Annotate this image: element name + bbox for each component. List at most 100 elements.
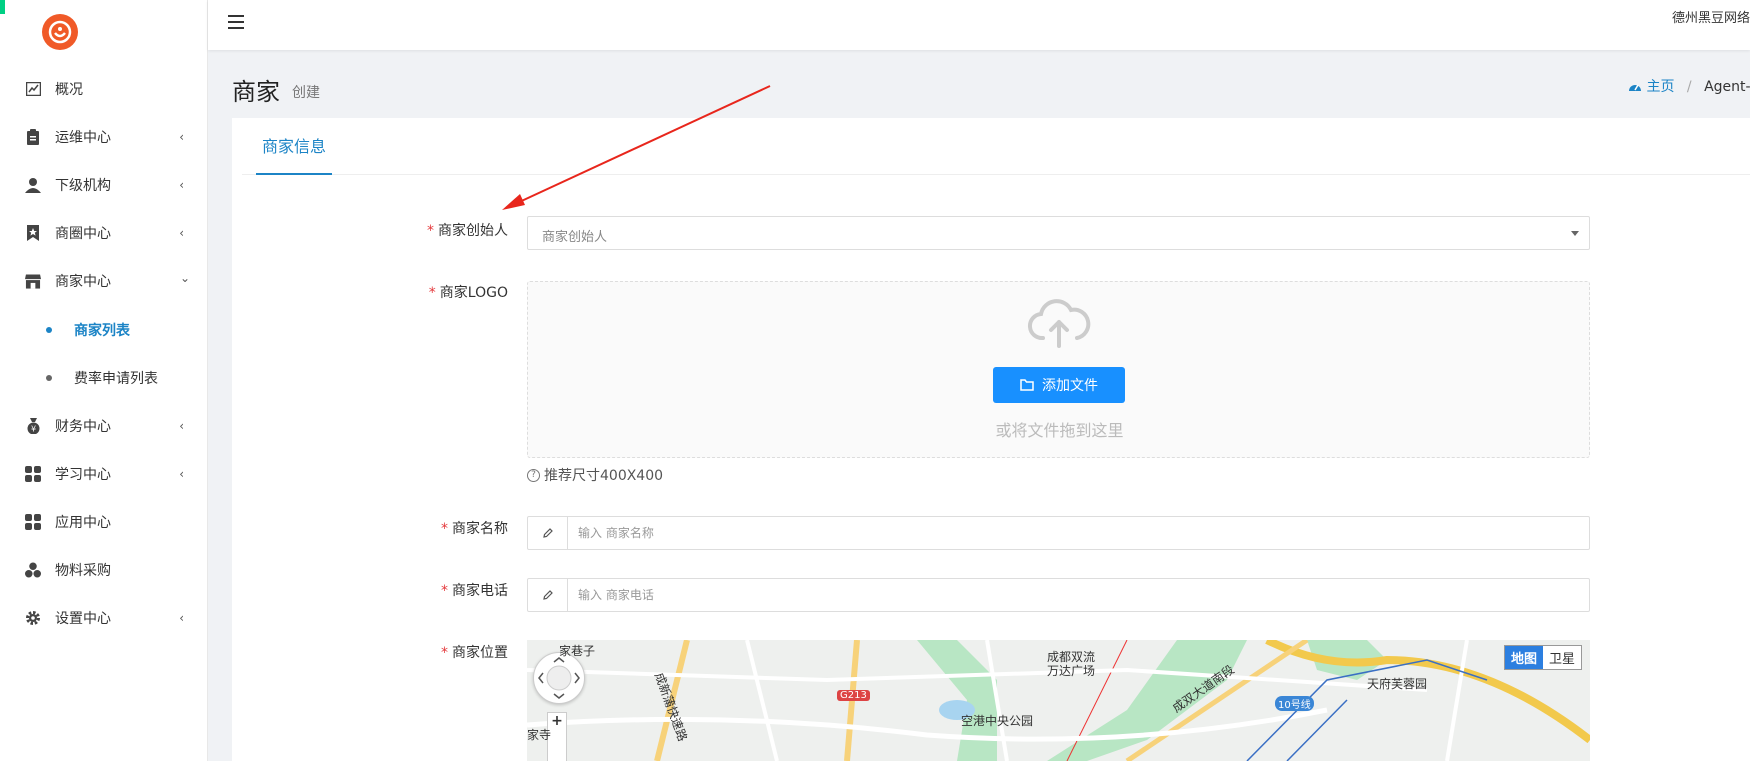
sidebar-item-label: 财务中心 xyxy=(55,419,111,435)
sidebar-item-learning[interactable]: 学习中心 ‹ xyxy=(0,454,208,494)
add-file-button[interactable]: 添加文件 xyxy=(993,367,1125,403)
sidebar: 概况 运维中心 ‹ 下级机构 ‹ 商圈中心 ‹ 商家中心 ⌄ 商家列表 费率申请 xyxy=(0,0,208,761)
logo-label: * 商家LOGO xyxy=(428,285,508,301)
sidebar-subitem-merchant-list[interactable]: 商家列表 xyxy=(0,310,208,350)
money-bag-icon: ¥ xyxy=(25,418,41,434)
caret-down-icon xyxy=(1571,231,1579,236)
chevron-left-icon: ‹ xyxy=(179,467,184,481)
zoom-in-button[interactable]: + xyxy=(551,713,563,729)
founder-label: * 商家创始人 xyxy=(427,223,508,239)
map-label: 家寺 xyxy=(527,728,552,742)
sidebar-item-overview[interactable]: 概况 xyxy=(0,69,208,109)
gear-icon xyxy=(25,610,41,626)
name-field[interactable]: 输入 商家名称 xyxy=(527,516,1590,550)
sidebar-item-finance[interactable]: ¥ 财务中心 ‹ xyxy=(0,406,208,446)
phone-placeholder: 输入 商家电话 xyxy=(578,588,654,602)
breadcrumb: 主页 / Agent-U xyxy=(1628,76,1750,96)
user-icon xyxy=(25,177,41,193)
company-name[interactable]: 德州黑豆网络 xyxy=(1672,7,1750,26)
sidebar-subitem-label: 商家列表 xyxy=(74,323,130,339)
tab-bar: 商家信息 xyxy=(242,118,1750,175)
sidebar-subitem-label: 费率申请列表 xyxy=(74,371,158,387)
sidebar-item-business-district[interactable]: 商圈中心 ‹ xyxy=(0,213,208,253)
map-pan-control[interactable] xyxy=(533,652,585,704)
sidebar-item-sub-org[interactable]: 下级机构 ‹ xyxy=(0,165,208,205)
tab-merchant-info[interactable]: 商家信息 xyxy=(256,118,332,175)
required-mark: * xyxy=(441,583,448,599)
map-type-satellite[interactable]: 卫星 xyxy=(1543,646,1581,669)
cloud-upload-icon xyxy=(1028,299,1091,348)
location-map[interactable]: + 地图 卫星 成都双流 万达广场 空港中央公园 天府芙蓉园 成新蒲快速路 成双… xyxy=(527,640,1590,761)
sidebar-subitem-rate-application-list[interactable]: 费率申请列表 xyxy=(0,358,208,398)
location-label: * 商家位置 xyxy=(441,645,508,661)
cubes-icon xyxy=(25,562,41,578)
drop-hint-text: 或将文件拖到这里 xyxy=(995,421,1124,440)
name-placeholder: 输入 商家名称 xyxy=(578,526,654,540)
sidebar-item-ops[interactable]: 运维中心 ‹ xyxy=(0,117,208,157)
map-road-badge: G213 xyxy=(837,690,870,701)
pencil-icon xyxy=(528,517,568,549)
map-pan-arrows-icon xyxy=(538,657,580,699)
sidebar-item-label: 学习中心 xyxy=(55,467,111,483)
map-type-map[interactable]: 地图 xyxy=(1505,646,1544,669)
page-subtitle: 创建 xyxy=(292,85,320,101)
bookmark-star-icon xyxy=(25,225,41,241)
map-type-toggle[interactable]: 地图 卫星 xyxy=(1504,645,1583,670)
pencil-icon xyxy=(528,579,568,611)
required-mark: * xyxy=(441,521,448,537)
chart-icon xyxy=(25,81,41,97)
breadcrumb-current: Agent-U xyxy=(1704,79,1750,95)
sidebar-item-label: 概况 xyxy=(55,82,83,98)
sidebar-item-label: 下级机构 xyxy=(55,178,111,194)
chevron-left-icon: ‹ xyxy=(179,419,184,433)
required-mark: * xyxy=(441,645,448,661)
grid-icon xyxy=(25,466,41,482)
breadcrumb-home[interactable]: 主页 xyxy=(1628,79,1679,95)
sidebar-item-label: 商家中心 xyxy=(55,274,111,290)
chevron-left-icon: ‹ xyxy=(179,226,184,240)
svg-text:¥: ¥ xyxy=(30,425,35,434)
sidebar-item-settings[interactable]: 设置中心 ‹ xyxy=(0,598,208,638)
sidebar-item-apps[interactable]: 应用中心 xyxy=(0,502,208,542)
chevron-left-icon: ‹ xyxy=(179,130,184,144)
top-header: 德州黑豆网络 xyxy=(208,0,1750,50)
phone-label: * 商家电话 xyxy=(441,583,508,599)
founder-select[interactable]: 商家创始人 xyxy=(527,216,1590,250)
sidebar-item-purchasing[interactable]: 物料采购 xyxy=(0,550,208,590)
chevron-left-icon: ‹ xyxy=(179,611,184,625)
store-icon xyxy=(25,273,41,289)
map-label: 空港中央公园 xyxy=(961,714,1034,728)
phone-field[interactable]: 输入 商家电话 xyxy=(527,578,1590,612)
clipboard-icon xyxy=(25,129,41,145)
sidebar-item-label: 商圈中心 xyxy=(55,226,111,242)
chevron-down-icon: ⌄ xyxy=(179,271,190,285)
sidebar-item-label: 运维中心 xyxy=(55,130,111,146)
map-label: 天府芙蓉园 xyxy=(1367,677,1428,691)
dashboard-icon xyxy=(1629,84,1641,91)
sidebar-item-label: 物料采购 xyxy=(55,563,111,579)
page-title: 商家 xyxy=(232,78,280,106)
map-label: 万达广场 xyxy=(1047,664,1096,678)
logo-icon xyxy=(48,20,72,44)
green-marker xyxy=(0,0,5,14)
logo-size-hint: ? 推荐尺寸400X400 xyxy=(527,465,663,485)
grid-icon xyxy=(25,514,41,530)
breadcrumb-separator: / xyxy=(1686,79,1692,95)
sidebar-item-label: 应用中心 xyxy=(55,515,111,531)
bullet-icon xyxy=(46,375,52,381)
required-mark: * xyxy=(427,223,434,239)
required-mark: * xyxy=(428,285,436,301)
founder-placeholder: 商家创始人 xyxy=(542,230,608,245)
bullet-icon xyxy=(46,327,52,333)
map-label: 家巷子 xyxy=(559,644,596,658)
hamburger-icon[interactable] xyxy=(228,15,244,29)
question-circle-icon: ? xyxy=(527,468,540,482)
sidebar-item-merchant-center[interactable]: 商家中心 ⌄ xyxy=(0,261,208,301)
name-label: * 商家名称 xyxy=(441,521,508,537)
sidebar-item-label: 设置中心 xyxy=(55,611,111,627)
app-logo[interactable] xyxy=(42,14,78,50)
map-metro-badge: 10号线 xyxy=(1275,696,1314,711)
logo-upload-dropzone[interactable]: 添加文件 或将文件拖到这里 xyxy=(527,281,1590,458)
chevron-left-icon: ‹ xyxy=(179,178,184,192)
folder-icon xyxy=(1020,379,1034,391)
